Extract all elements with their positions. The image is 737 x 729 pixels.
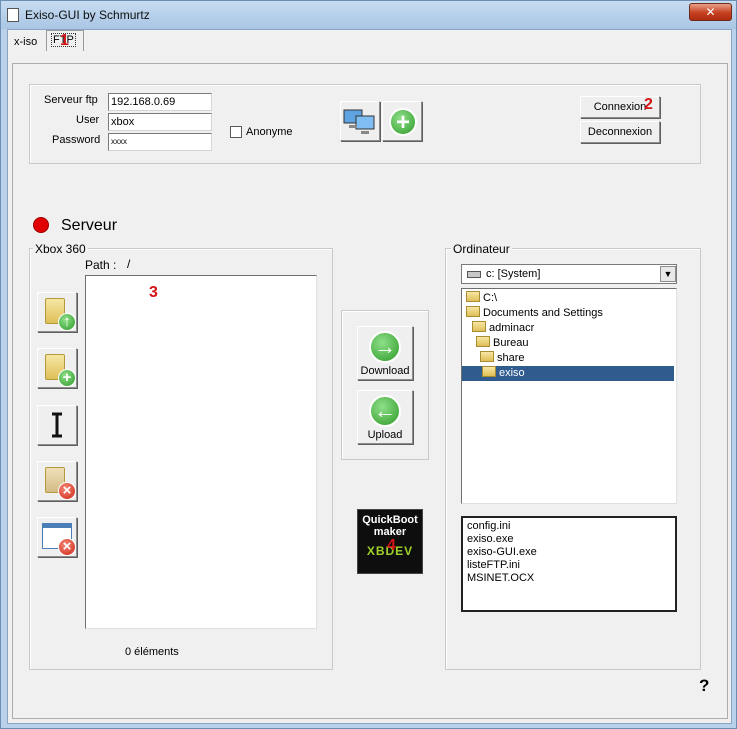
arrow-right-icon: → [369, 331, 401, 363]
network-connect-button[interactable] [340, 101, 380, 141]
xbox-file-list[interactable] [85, 275, 317, 629]
download-button[interactable]: → Download [357, 326, 413, 380]
arrow-up-icon: ↑ [58, 313, 76, 331]
arrow-left-icon: ← [369, 395, 401, 427]
connect-button-label: Connexion [593, 101, 647, 113]
folder-open-icon [466, 306, 480, 317]
app-icon [7, 8, 19, 22]
upload-folder-button[interactable]: ↑ [37, 292, 77, 332]
tree-item-label: exiso [499, 367, 525, 379]
download-button-label: Download [360, 365, 410, 377]
tree-item-exiso-selected[interactable]: exiso [462, 366, 674, 381]
file-item[interactable]: exiso.exe [467, 533, 513, 546]
ftp-tab-panel: Serveur ftp 192.168.0.69 User xbox Passw… [12, 63, 728, 719]
server-input[interactable]: 192.168.0.69 [108, 93, 212, 111]
server-status-label: Serveur [61, 217, 118, 234]
path-value: / [127, 257, 131, 271]
file-item[interactable]: listeFTP.ini [467, 559, 520, 572]
marker-3: 3 [149, 284, 158, 301]
plus-icon: + [58, 369, 76, 387]
tree-item-label: Bureau [493, 337, 529, 349]
path-label: Path : [85, 258, 117, 272]
directory-tree[interactable]: C:\ Documents and Settings adminacr Bure… [461, 288, 677, 504]
app-window: Exiso-GUI by Schmurtz ✕ x-iso FTP 1 Serv… [0, 0, 737, 729]
new-folder-button[interactable]: + [37, 348, 77, 388]
tree-item-share[interactable]: share [480, 351, 525, 366]
tree-item-label: Documents and Settings [483, 307, 603, 319]
drive-select-value: c: [System] [486, 268, 541, 280]
server-label: Serveur ftp [44, 94, 98, 106]
marker-2: 2 [644, 96, 653, 113]
tab-xiso[interactable]: x-iso [10, 33, 41, 53]
anonymous-checkbox[interactable] [230, 126, 242, 138]
computer-group-label: Ordinateur [451, 242, 512, 256]
delete-icon: × [58, 482, 76, 500]
user-input[interactable]: xbox [108, 113, 212, 131]
local-file-list[interactable]: config.ini exiso.exe exiso-GUI.exe liste… [461, 516, 677, 612]
computers-icon [343, 109, 375, 134]
tree-item-label: adminacr [489, 322, 535, 334]
plus-icon: + [389, 108, 417, 136]
connection-group: Serveur ftp 192.168.0.69 User xbox Passw… [29, 84, 701, 164]
title-bar: Exiso-GUI by Schmurtz ✕ [1, 1, 736, 29]
disconnect-button-label: Deconnexion [587, 126, 653, 138]
add-connection-button[interactable]: + [382, 101, 422, 141]
xbox-group-label: Xbox 360 [33, 242, 88, 256]
client-area: x-iso FTP 1 Serveur ftp 192.168.0.69 Use… [7, 29, 732, 724]
disconnect-button[interactable]: Deconnexion [580, 121, 660, 143]
anonymous-label: Anonyme [246, 126, 293, 138]
password-input[interactable]: xxxx [108, 133, 212, 151]
user-label: User [76, 114, 100, 126]
tree-item-bureau[interactable]: Bureau [476, 336, 528, 351]
tree-item-label: C:\ [483, 292, 498, 304]
file-item[interactable]: exiso-GUI.exe [467, 546, 537, 559]
upload-button[interactable]: ← Upload [357, 390, 413, 444]
tab-xiso-label: x-iso [14, 36, 38, 48]
folder-open-icon [480, 351, 494, 362]
close-button[interactable]: ✕ [689, 3, 732, 21]
file-item[interactable]: config.ini [467, 520, 510, 533]
chevron-down-icon[interactable]: ▼ [660, 266, 676, 282]
folder-open-icon [472, 321, 486, 332]
close-icon: ✕ [705, 5, 716, 19]
window-title: Exiso-GUI by Schmurtz [25, 8, 150, 22]
file-item[interactable]: MSINET.OCX [467, 572, 534, 585]
tree-item-label: share [497, 352, 525, 364]
rename-button[interactable] [37, 405, 77, 445]
tree-item-adminacr[interactable]: adminacr [472, 321, 534, 336]
tree-item-root[interactable]: C:\ [466, 291, 497, 306]
server-status-indicator [33, 217, 49, 233]
tree-item-documents[interactable]: Documents and Settings [466, 306, 603, 321]
quickboot-title: QuickBoot [362, 514, 418, 526]
marker-1: 1 [60, 32, 69, 49]
delete-file-button[interactable]: × [37, 517, 77, 557]
upload-button-label: Upload [367, 429, 403, 441]
help-button[interactable]: ? [699, 676, 709, 696]
delete-folder-button[interactable]: × [37, 461, 77, 501]
folder-icon [466, 291, 480, 302]
drive-icon [467, 271, 481, 278]
marker-4: 4 [387, 537, 396, 554]
folder-open-icon [476, 336, 490, 347]
drive-select[interactable]: c: [System] ▼ [461, 264, 677, 284]
delete-icon: × [58, 538, 76, 556]
folder-open-icon [482, 366, 496, 377]
password-label: Password [52, 134, 101, 146]
element-count: 0 éléments [125, 646, 179, 658]
text-cursor-icon [52, 412, 62, 438]
